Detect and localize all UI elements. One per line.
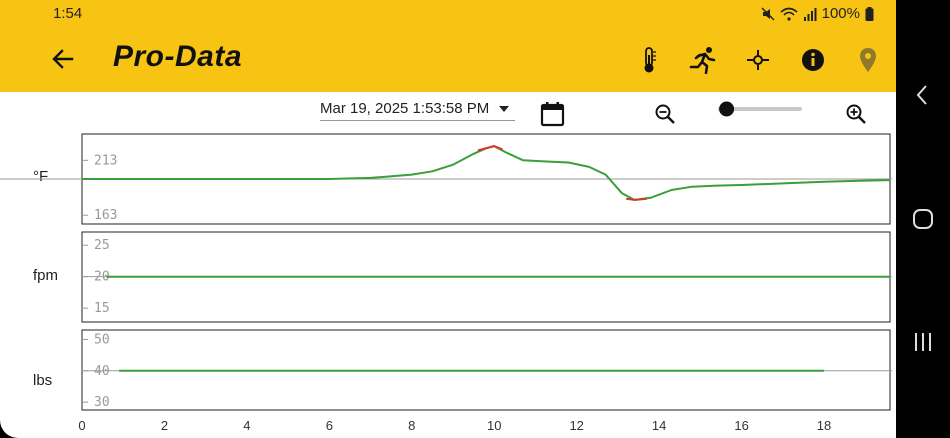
nav-recents-icon[interactable]	[910, 329, 936, 355]
x-tick-label: 12	[569, 418, 583, 433]
x-tick-label: 10	[487, 418, 501, 433]
system-nav-bar	[896, 0, 950, 438]
alert-segment	[477, 145, 503, 152]
x-tick-label: 2	[161, 418, 168, 433]
y-tick-label: 40	[94, 364, 110, 379]
temperature-chart: 213 163	[0, 133, 892, 225]
weight-chart: 50 40 30	[81, 329, 892, 411]
x-tick-label: 8	[408, 418, 415, 433]
y-tick-label: 15	[94, 301, 110, 316]
y-tick-label: 213	[94, 153, 117, 168]
x-tick-label: 4	[243, 418, 250, 433]
nav-back-icon[interactable]	[910, 82, 936, 108]
y-tick-label: 30	[94, 395, 110, 410]
y-tick-label: 163	[94, 208, 117, 223]
y-tick-label: 25	[94, 238, 110, 253]
x-tick-label: 6	[326, 418, 333, 433]
nav-home-icon[interactable]	[910, 206, 936, 232]
speed-chart: 252015	[81, 231, 892, 323]
x-tick-label: 18	[817, 418, 831, 433]
time-x-axis: 0 2 4 6 8 10 12 14 16 18	[78, 418, 831, 433]
alert-segment	[626, 197, 647, 201]
x-tick-label: 14	[652, 418, 666, 433]
x-tick-label: 0	[78, 418, 85, 433]
screen: 1:54 100% Pro-Data Mar 19, 2025 1:53:58 …	[0, 0, 896, 438]
charts-area: 213 163 252015 50 40 30 0 2 4 6 8 10 12 14 16 18	[0, 133, 892, 433]
x-tick-label: 16	[734, 418, 748, 433]
series-line	[82, 145, 891, 201]
y-tick-label: 50	[94, 332, 110, 347]
